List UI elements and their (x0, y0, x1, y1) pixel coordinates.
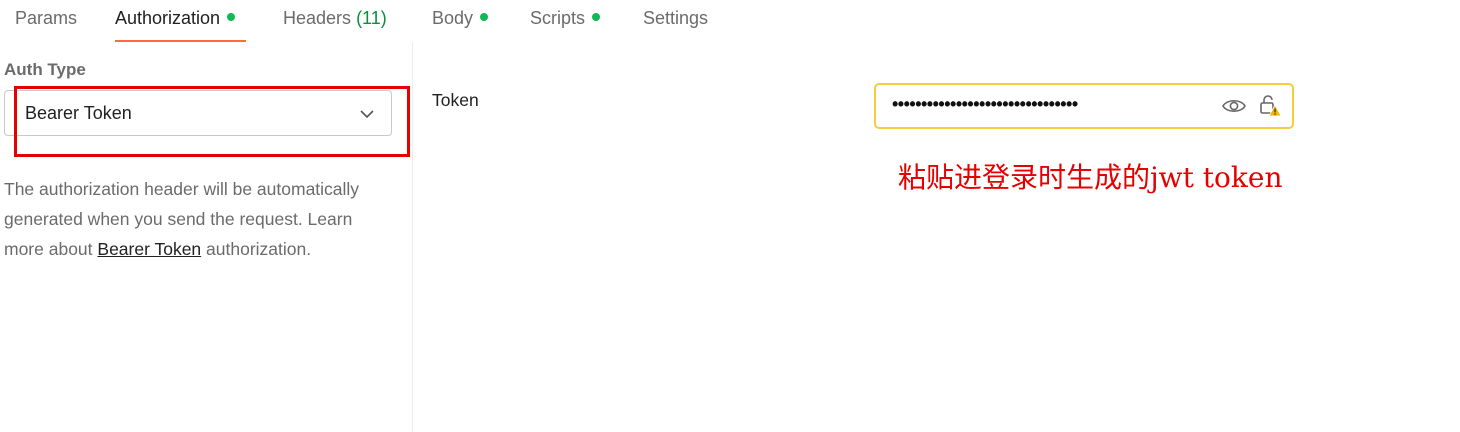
active-tab-underline (115, 40, 246, 42)
auth-type-label: Auth Type (4, 60, 86, 79)
bearer-token-link[interactable]: Bearer Token (97, 239, 201, 259)
chevron-down-icon (360, 110, 374, 119)
tab-params[interactable]: Params (15, 6, 77, 30)
tab-scripts[interactable]: Scripts (530, 6, 601, 30)
tab-body-label: Body (432, 8, 474, 28)
auth-description-suffix: authorization. (201, 239, 312, 259)
tab-headers[interactable]: Headers (11) (283, 6, 387, 30)
status-dot-icon (227, 13, 236, 22)
tab-settings[interactable]: Settings (643, 6, 708, 30)
tab-headers-label: Headers (283, 8, 352, 28)
tab-params-label: Params (15, 8, 78, 28)
tab-settings-label: Settings (643, 8, 709, 28)
auth-description: The authorization header will be automat… (4, 174, 394, 264)
eye-icon[interactable] (1222, 95, 1246, 117)
status-dot-icon (592, 13, 601, 22)
tab-body[interactable]: Body (432, 6, 489, 30)
token-masked-value: •••••••••••••••••••••••••••••••• (892, 94, 1078, 114)
panel-divider (412, 42, 413, 432)
tab-headers-count: (11) (356, 8, 387, 28)
tab-authorization-label: Authorization (115, 8, 221, 28)
token-input[interactable]: •••••••••••••••••••••••••••••••• (874, 83, 1294, 129)
request-tabs: Params Authorization Headers (11) Body S… (0, 0, 760, 42)
auth-type-select[interactable]: Bearer Token (4, 90, 392, 136)
unlocked-warning-icon[interactable] (1258, 94, 1282, 118)
auth-type-selected-value: Bearer Token (25, 103, 132, 123)
token-label: Token (432, 90, 479, 110)
tab-authorization[interactable]: Authorization (115, 6, 236, 30)
status-dot-icon (480, 13, 489, 22)
tab-scripts-label: Scripts (530, 8, 586, 28)
annotation-text: 粘贴进登录时生成的jwt token (898, 161, 1283, 194)
